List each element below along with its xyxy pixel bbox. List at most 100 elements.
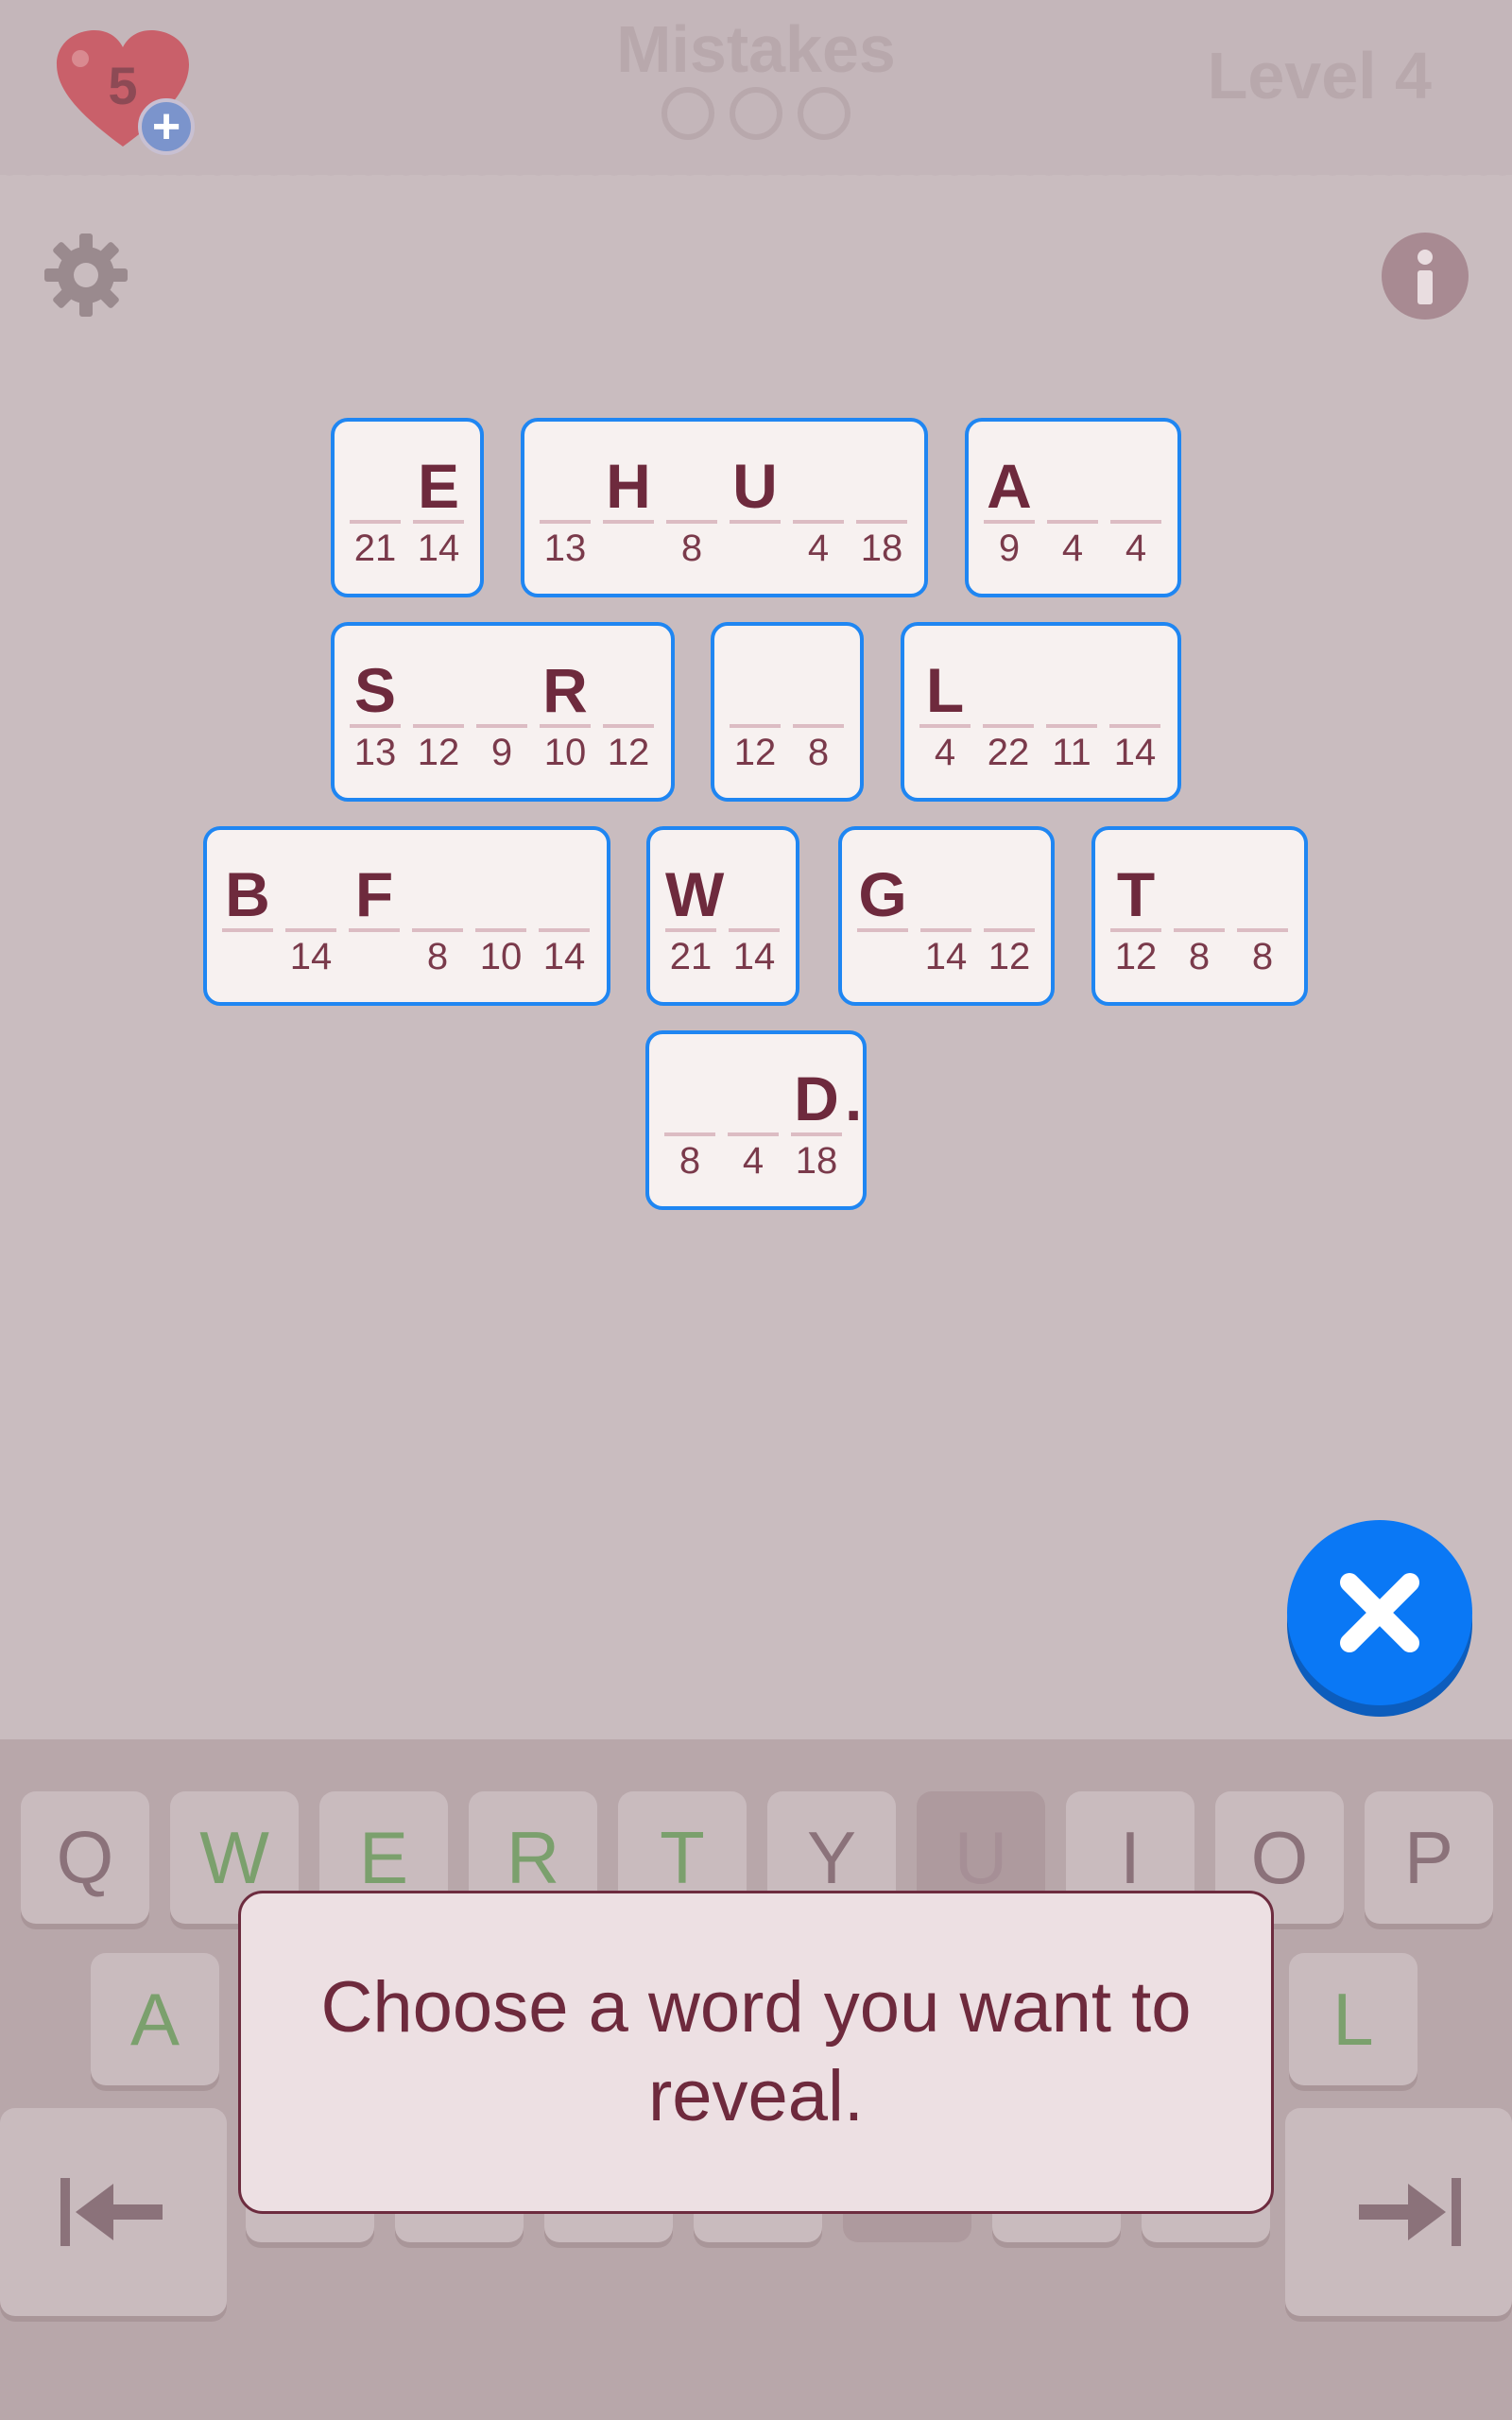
word-tile[interactable]: G 14 12: [838, 826, 1055, 1006]
cell-letter: L: [925, 655, 965, 725]
close-button[interactable]: [1287, 1520, 1472, 1705]
word-tile[interactable]: 21 E 14: [331, 418, 484, 597]
cell-number: 12: [607, 732, 650, 773]
letter-cell[interactable]: 4: [793, 422, 844, 573]
gear-icon[interactable]: [43, 232, 129, 319]
letter-cell[interactable]: 12: [984, 830, 1035, 981]
letter-cell[interactable]: 8: [412, 830, 463, 981]
letter-cell[interactable]: 11: [1046, 626, 1097, 777]
key-p[interactable]: P: [1365, 1791, 1493, 1924]
cell-number: 13: [353, 732, 397, 773]
letter-cell[interactable]: A9: [984, 422, 1035, 573]
letter-cell[interactable]: 14: [729, 830, 780, 981]
letter-cell[interactable]: S 13: [350, 626, 401, 777]
cell-underline: [665, 928, 716, 932]
mistakes-indicator: [662, 87, 850, 147]
cell-number: 12: [733, 732, 777, 773]
cell-underline: [476, 724, 527, 728]
letter-cell[interactable]: 12: [730, 626, 781, 777]
cell-number: 14: [289, 936, 333, 977]
cell-letter: D: [794, 1063, 839, 1133]
letter-cell[interactable]: W 21: [665, 830, 724, 981]
letter-cell[interactable]: 4: [1047, 422, 1098, 573]
cell-number: 14: [542, 936, 586, 977]
word-tile[interactable]: L 4 22 11 14: [901, 622, 1181, 802]
letter-cell[interactable]: L4: [919, 626, 971, 777]
prev-word-button[interactable]: [0, 2108, 227, 2316]
letter-cell[interactable]: 12: [413, 626, 464, 777]
letter-cell[interactable]: G: [857, 830, 908, 981]
letter-cell[interactable]: 4: [728, 1034, 779, 1185]
cell-number: 14: [417, 527, 460, 569]
cell-underline: [1110, 928, 1161, 932]
word-tile[interactable]: T 12 8 8: [1091, 826, 1308, 1006]
cell-underline: [666, 520, 717, 524]
popup-message: Choose a word you want to reveal.: [320, 1967, 1192, 2136]
cell-number: 4: [1061, 527, 1084, 569]
lives-count: 5: [108, 56, 138, 115]
key-l[interactable]: L: [1289, 1953, 1418, 2085]
next-word-button[interactable]: [1285, 2108, 1512, 2316]
word-tile[interactable]: 13 H 8 U 4 18: [521, 418, 928, 597]
letter-cell[interactable]: 8: [793, 626, 844, 777]
word-tile[interactable]: 12 8: [711, 622, 864, 802]
letter-cell[interactable]: 22: [983, 626, 1034, 777]
letter-cell[interactable]: 14: [920, 830, 971, 981]
cell-underline: [1110, 520, 1161, 524]
cell-number: 12: [988, 936, 1031, 977]
letter-cell[interactable]: 8: [666, 422, 717, 573]
key-a[interactable]: A: [91, 1953, 219, 2085]
cell-number: 10: [543, 732, 587, 773]
cell-number: 22: [987, 732, 1030, 773]
letter-cell[interactable]: U: [730, 422, 781, 573]
cell-underline: [1109, 724, 1160, 728]
word-tile[interactable]: 8 4 D 18.: [645, 1030, 867, 1210]
word-tile[interactable]: S 13 12 9 R 10 12: [331, 622, 675, 802]
letter-cell[interactable]: H: [603, 422, 654, 573]
cell-underline: [540, 724, 591, 728]
letter-cell[interactable]: R 10: [540, 626, 591, 777]
letter-cell[interactable]: 10: [475, 830, 526, 981]
close-icon: [1340, 1573, 1419, 1652]
letter-cell[interactable]: D 18: [791, 1034, 842, 1185]
letter-cell[interactable]: T 12: [1110, 830, 1161, 981]
letter-cell[interactable]: 14: [539, 830, 590, 981]
cell-underline: [728, 1132, 779, 1136]
letter-cell[interactable]: 8: [1174, 830, 1225, 981]
letter-cell[interactable]: F: [349, 830, 400, 981]
hint-popup: Choose a word you want to reveal.: [238, 1891, 1274, 2214]
word-tile[interactable]: B 14 F 8 10 14: [203, 826, 610, 1006]
add-lives-button[interactable]: +: [138, 98, 195, 155]
cell-underline: [603, 520, 654, 524]
cell-number: 8: [680, 527, 703, 569]
letter-cell[interactable]: 8: [664, 1034, 715, 1185]
cell-underline: [1046, 724, 1097, 728]
cell-underline: [730, 520, 781, 524]
cell-number: 11: [1052, 732, 1091, 773]
letter-cell[interactable]: 14: [285, 830, 336, 981]
letter-cell[interactable]: 8: [1237, 830, 1288, 981]
letter-cell[interactable]: 18: [856, 422, 907, 573]
word-tile[interactable]: A9 44: [965, 418, 1181, 597]
letter-cell[interactable]: 12: [603, 626, 654, 777]
arrow-left-bar-icon: [60, 2178, 163, 2246]
letter-cell[interactable]: 14: [1109, 626, 1160, 777]
letter-cell[interactable]: 4: [1110, 422, 1161, 573]
cell-underline: [984, 520, 1035, 524]
arrow-right-bar-icon: [1359, 2178, 1461, 2246]
cell-underline: [664, 1132, 715, 1136]
letter-cell[interactable]: 21: [350, 422, 401, 573]
cell-number: 13: [543, 527, 587, 569]
cell-number: 18: [860, 527, 903, 569]
word-tile[interactable]: W 21 14: [646, 826, 799, 1006]
letter-cell[interactable]: E 14: [413, 422, 464, 573]
cell-letter: E: [417, 451, 460, 521]
letter-cell[interactable]: B: [222, 830, 273, 981]
info-icon[interactable]: [1382, 233, 1469, 320]
letter-cell[interactable]: 13: [540, 422, 591, 573]
cell-number: 4: [1125, 527, 1147, 569]
letter-cell[interactable]: 9: [476, 626, 527, 777]
mistake-slot: [730, 87, 782, 140]
cell-underline: [412, 928, 463, 932]
key-q[interactable]: Q: [21, 1791, 149, 1924]
